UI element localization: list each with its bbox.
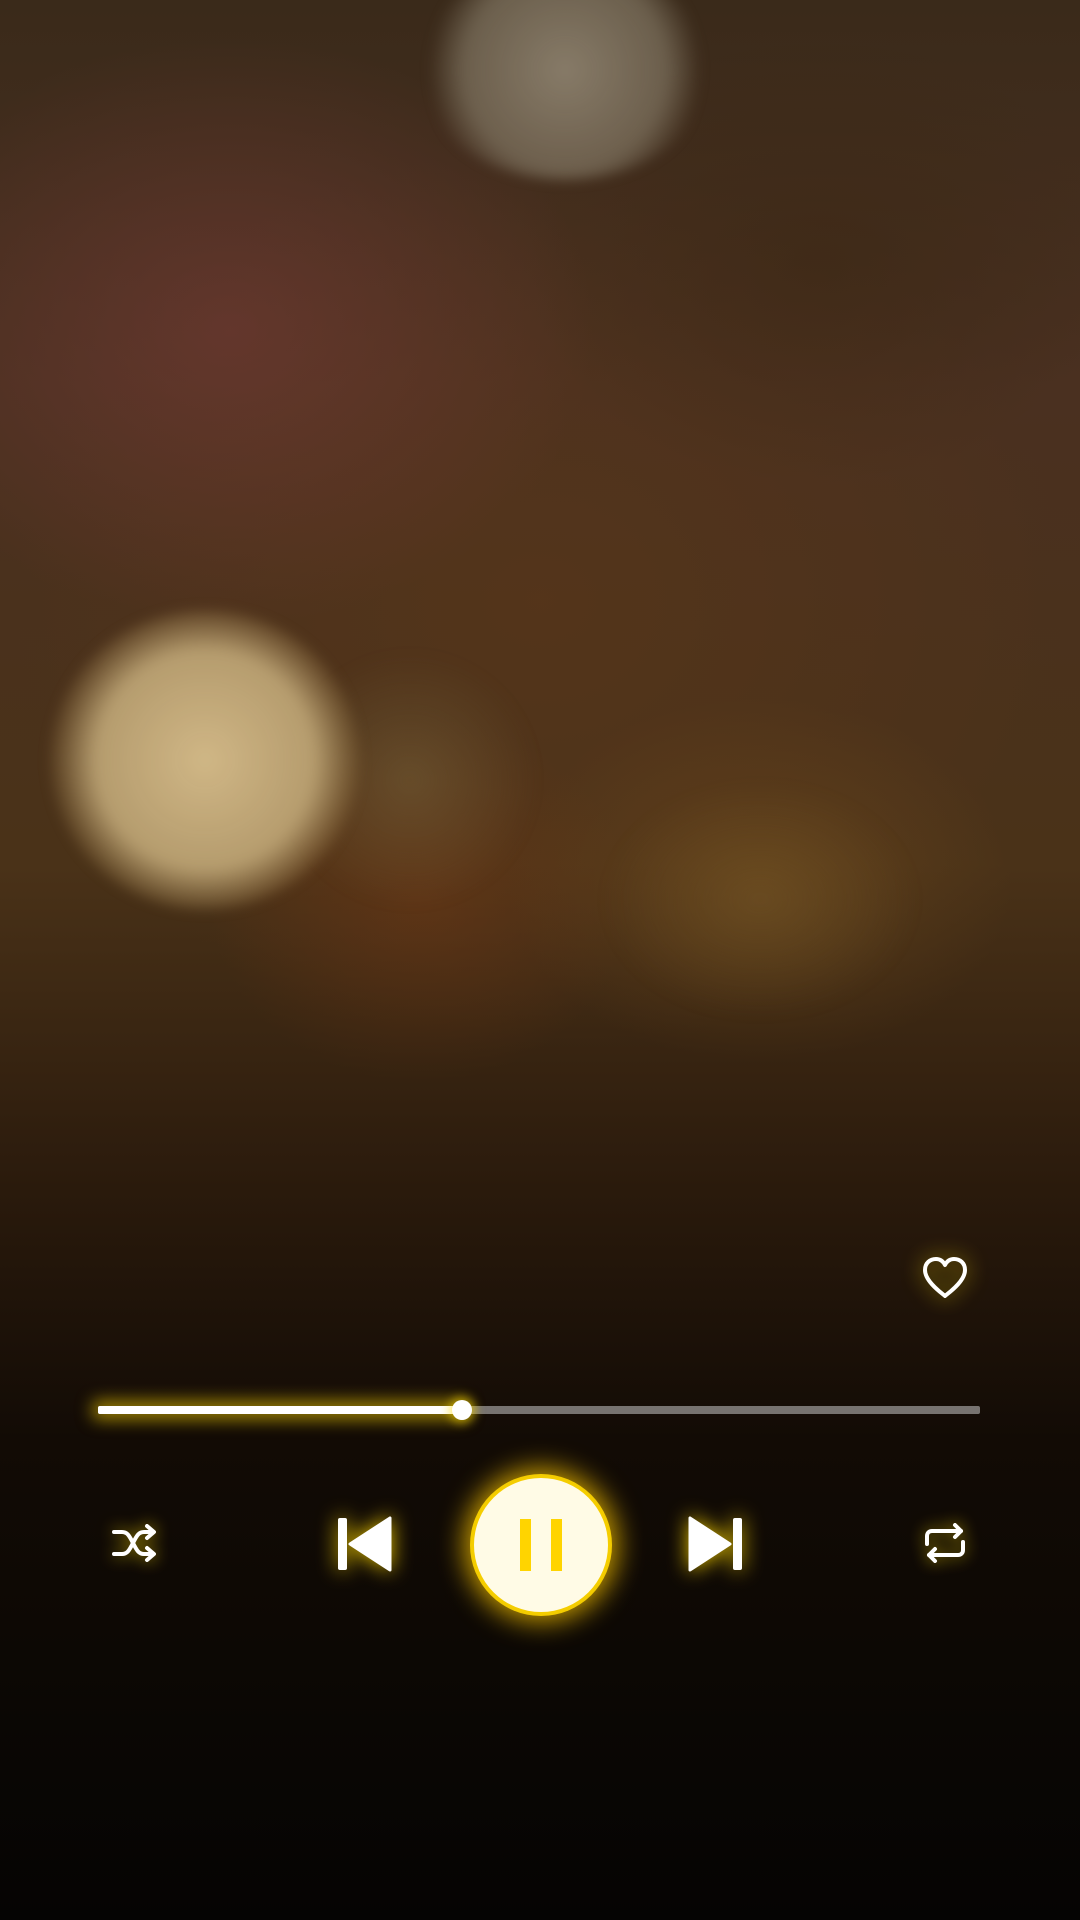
repeat-icon [925,1523,965,1563]
shuffle-button[interactable] [103,1515,167,1571]
seek-bar[interactable] [98,1400,980,1420]
background-bokeh-light [600,780,920,1020]
next-button[interactable] [678,1508,754,1580]
previous-button[interactable] [326,1508,402,1580]
skip-next-icon [688,1516,742,1572]
skip-previous-icon [338,1516,392,1572]
pause-icon [520,1519,562,1571]
background-bokeh-light [420,0,710,180]
background-bokeh-light [50,610,360,910]
repeat-button[interactable] [913,1515,977,1571]
heart-outline-icon [923,1257,967,1298]
favorite-button[interactable] [915,1250,975,1306]
seek-bar-thumb[interactable] [452,1400,473,1420]
play-pause-button[interactable] [474,1478,608,1612]
seek-bar-progress [98,1406,463,1414]
shuffle-icon [112,1524,156,1562]
player-screen [0,0,1080,1920]
